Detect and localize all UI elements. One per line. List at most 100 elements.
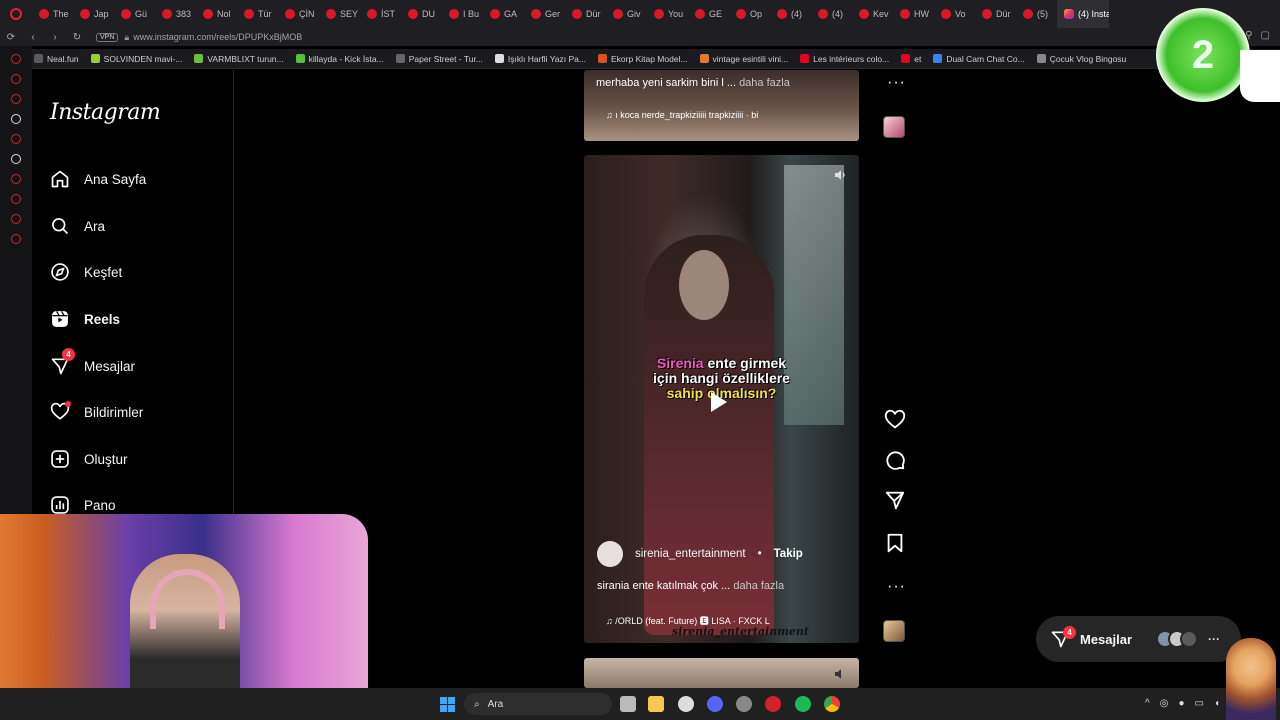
vpn-badge[interactable]: VPN [96, 32, 119, 42]
nav-home[interactable]: Ana Sayfa [50, 165, 146, 193]
browser-tab[interactable]: I Bu [442, 0, 483, 28]
network-icon[interactable]: ▭ [1195, 698, 1204, 709]
discord-icon[interactable] [707, 696, 723, 712]
bookmark-item[interactable]: VARMBLIXT turun... [194, 54, 284, 64]
share-button[interactable] [884, 489, 906, 511]
sound-icon[interactable] [833, 167, 849, 183]
browser-tab[interactable]: Dür [565, 0, 606, 28]
browser-tab[interactable]: Giv [606, 0, 647, 28]
browser-tab[interactable]: Tür [237, 0, 278, 28]
opera-icon[interactable] [765, 696, 781, 712]
audio-thumbnail[interactable] [883, 116, 905, 138]
audio-thumbnail[interactable] [883, 620, 905, 642]
bookmark-item[interactable]: Les intérieurs colo... [800, 54, 889, 64]
spotify-icon[interactable] [795, 696, 811, 712]
browser-tab[interactable]: HW [893, 0, 934, 28]
browser-tab[interactable]: Vo [934, 0, 975, 28]
reel-music[interactable]: ♫ ı koca nerde_trapkiziiiii trapkiziiii … [606, 110, 758, 120]
sound-icon[interactable] [833, 666, 849, 682]
obs-icon[interactable] [736, 696, 752, 712]
twitch-sidebar-icon[interactable] [11, 134, 21, 144]
nav-notifications[interactable]: Bildirimler [50, 398, 143, 426]
play-icon[interactable] [711, 392, 727, 412]
more-link[interactable]: daha fazla [733, 580, 784, 592]
browser-tab[interactable]: Op [729, 0, 770, 28]
browser-tab[interactable]: SEY [319, 0, 360, 28]
opera-logo-icon[interactable] [0, 0, 32, 28]
bookmark-item[interactable]: Ekorp Kitap Model... [598, 54, 688, 64]
browser-tab[interactable]: The [32, 0, 73, 28]
like-button[interactable] [884, 409, 906, 431]
reel-previous[interactable]: merhaba yeni sarkim bini l ... daha fazl… [584, 70, 859, 141]
settings-sidebar-icon[interactable] [11, 234, 21, 244]
instagram-sidebar-icon[interactable] [11, 74, 21, 84]
bookmark-item[interactable]: vintage esintili vini... [699, 54, 788, 64]
chrome-icon[interactable] [824, 696, 840, 712]
settings-icon[interactable] [678, 696, 694, 712]
browser-tab[interactable]: Kev [852, 0, 893, 28]
refresh-icon[interactable]: ↻ [66, 32, 88, 43]
microphone-icon[interactable]: ● [1178, 698, 1184, 709]
nav-search[interactable]: Ara [50, 212, 105, 240]
url-field[interactable]: www.instagram.com/reels/DPUPKxBjMOB [133, 32, 302, 42]
nav-explore[interactable]: Keşfet [50, 258, 122, 286]
extensions-sidebar-icon[interactable] [11, 214, 21, 224]
bookmark-item[interactable]: SOLVINDEN mavi-... [90, 54, 182, 64]
bookmark-item[interactable]: killayda - Kick İsta... [295, 54, 384, 64]
bookmark-item[interactable]: Paper Street - Tur... [395, 54, 483, 64]
save-button[interactable] [884, 532, 906, 554]
file-explorer-icon[interactable] [648, 696, 664, 712]
browser-tab[interactable]: 383 [155, 0, 196, 28]
browser-tab[interactable]: You [647, 0, 688, 28]
youtube-sidebar-icon[interactable] [11, 94, 21, 104]
more-options-icon[interactable]: ··· [887, 579, 906, 595]
browser-tab[interactable]: (4) Insta [1057, 0, 1109, 28]
more-icon[interactable]: ··· [1208, 632, 1220, 646]
browser-tab[interactable]: DU [401, 0, 442, 28]
opera-ai-icon[interactable] [11, 54, 21, 64]
browser-tab[interactable]: Gü [114, 0, 155, 28]
reel-current[interactable]: Sirenia ente girmek için hangi özellikle… [584, 155, 859, 643]
forward-icon[interactable]: › [44, 32, 66, 43]
bookmark-item[interactable]: Dual Cam Chat Co... [933, 54, 1025, 64]
more-link[interactable]: daha fazla [739, 77, 790, 89]
volume-icon[interactable]: ◖ [1214, 698, 1220, 709]
bookmark-item[interactable]: Neal.fun [34, 54, 79, 64]
browser-tab[interactable]: (4) [811, 0, 852, 28]
browser-tab[interactable]: İST [360, 0, 401, 28]
history-sidebar-icon[interactable] [11, 194, 21, 204]
browser-tab[interactable]: Dür [975, 0, 1016, 28]
bookmark-item[interactable]: et [901, 54, 921, 64]
back-icon[interactable]: ‹ [22, 32, 44, 43]
browser-tab[interactable]: Ger [524, 0, 565, 28]
x-sidebar-icon[interactable] [11, 154, 21, 164]
more-options-icon[interactable]: ··· [887, 75, 906, 91]
reload-icon[interactable]: ⟳ [0, 32, 22, 43]
copilot-icon[interactable]: ◎ [1160, 698, 1169, 709]
browser-tab[interactable]: (5) [1016, 0, 1057, 28]
follow-button[interactable]: Takip [774, 548, 803, 560]
messages-pill[interactable]: 4 Mesajlar ··· [1036, 616, 1241, 662]
browser-tab[interactable]: (4) [770, 0, 811, 28]
chevron-up-icon[interactable]: ^ [1145, 698, 1150, 709]
browser-tab[interactable]: GA [483, 0, 524, 28]
comment-button[interactable] [884, 449, 906, 471]
browser-tab[interactable]: ÇİN [278, 0, 319, 28]
task-view-icon[interactable] [620, 696, 636, 712]
nav-messages[interactable]: 4 Mesajlar [50, 348, 135, 380]
nav-reels[interactable]: Reels [50, 305, 120, 333]
bookmark-item[interactable]: Çocuk Vlog Bingosu [1036, 54, 1126, 64]
nav-create[interactable]: Oluştur [50, 445, 128, 473]
browser-tab[interactable]: Nol [196, 0, 237, 28]
taskbar-search[interactable]: ⌕ Ara [464, 693, 612, 715]
browser-tab[interactable]: Jap [73, 0, 114, 28]
windows-start-icon[interactable] [440, 697, 455, 712]
vk-sidebar-icon[interactable] [11, 114, 21, 124]
player-sidebar-icon[interactable] [11, 174, 21, 184]
browser-tab[interactable]: GE [688, 0, 729, 28]
author-name[interactable]: sirenia_entertainment [635, 548, 746, 560]
bookmark-item[interactable]: Işıklı Harfli Yazı Pa... [494, 54, 586, 64]
reel-next[interactable] [584, 658, 859, 688]
instagram-logo[interactable]: Instagram [50, 100, 161, 125]
author-avatar[interactable] [597, 541, 623, 567]
